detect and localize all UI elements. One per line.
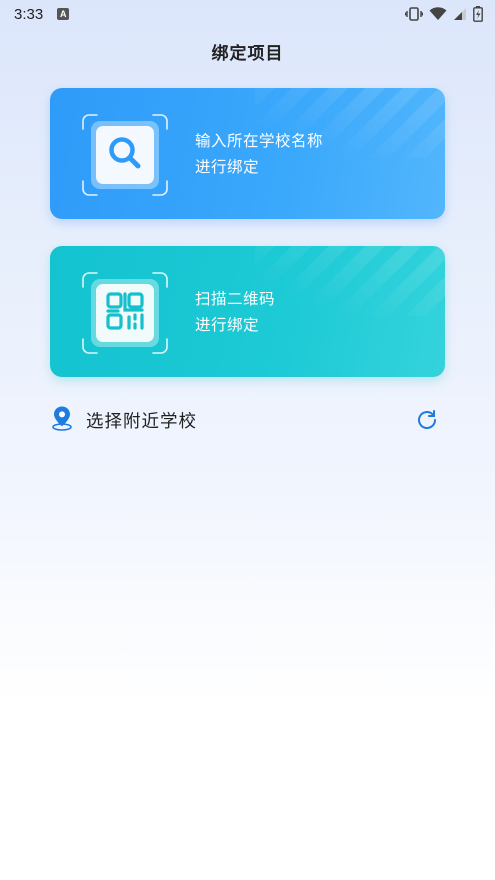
scan-qr-card[interactable]: 扫描二维码 进行绑定	[50, 246, 445, 377]
wifi-icon	[429, 7, 447, 21]
search-icon-tile	[91, 121, 159, 189]
signal-icon	[453, 7, 467, 21]
search-icon-frame	[81, 113, 169, 197]
status-bar: 3:33 A	[0, 0, 495, 28]
nearby-schools-row[interactable]: 选择附近学校	[50, 402, 445, 438]
location-pin-icon	[50, 405, 74, 435]
status-time: 3:33	[14, 5, 44, 23]
qr-code-icon	[105, 291, 145, 335]
qr-icon-tile	[91, 279, 159, 347]
search-card-line2: 进行绑定	[195, 157, 260, 176]
search-school-card[interactable]: 输入所在学校名称 进行绑定	[50, 88, 445, 219]
search-icon	[106, 134, 144, 176]
search-card-text: 输入所在学校名称 进行绑定	[195, 128, 323, 180]
battery-icon	[473, 6, 483, 22]
qr-card-text: 扫描二维码 进行绑定	[195, 286, 275, 338]
notification-app-icon: A	[57, 8, 70, 20]
qr-icon-frame	[81, 271, 169, 355]
nearby-schools-label: 选择附近学校	[86, 411, 197, 432]
header: 绑定项目	[0, 36, 495, 66]
qr-card-line1: 扫描二维码	[195, 289, 276, 308]
vibrate-icon	[405, 6, 423, 22]
search-card-line1: 输入所在学校名称	[195, 131, 324, 150]
qr-card-line2: 进行绑定	[195, 315, 260, 334]
card-decoration	[255, 246, 445, 316]
refresh-icon[interactable]	[415, 408, 439, 432]
page-title: 绑定项目	[211, 43, 284, 64]
